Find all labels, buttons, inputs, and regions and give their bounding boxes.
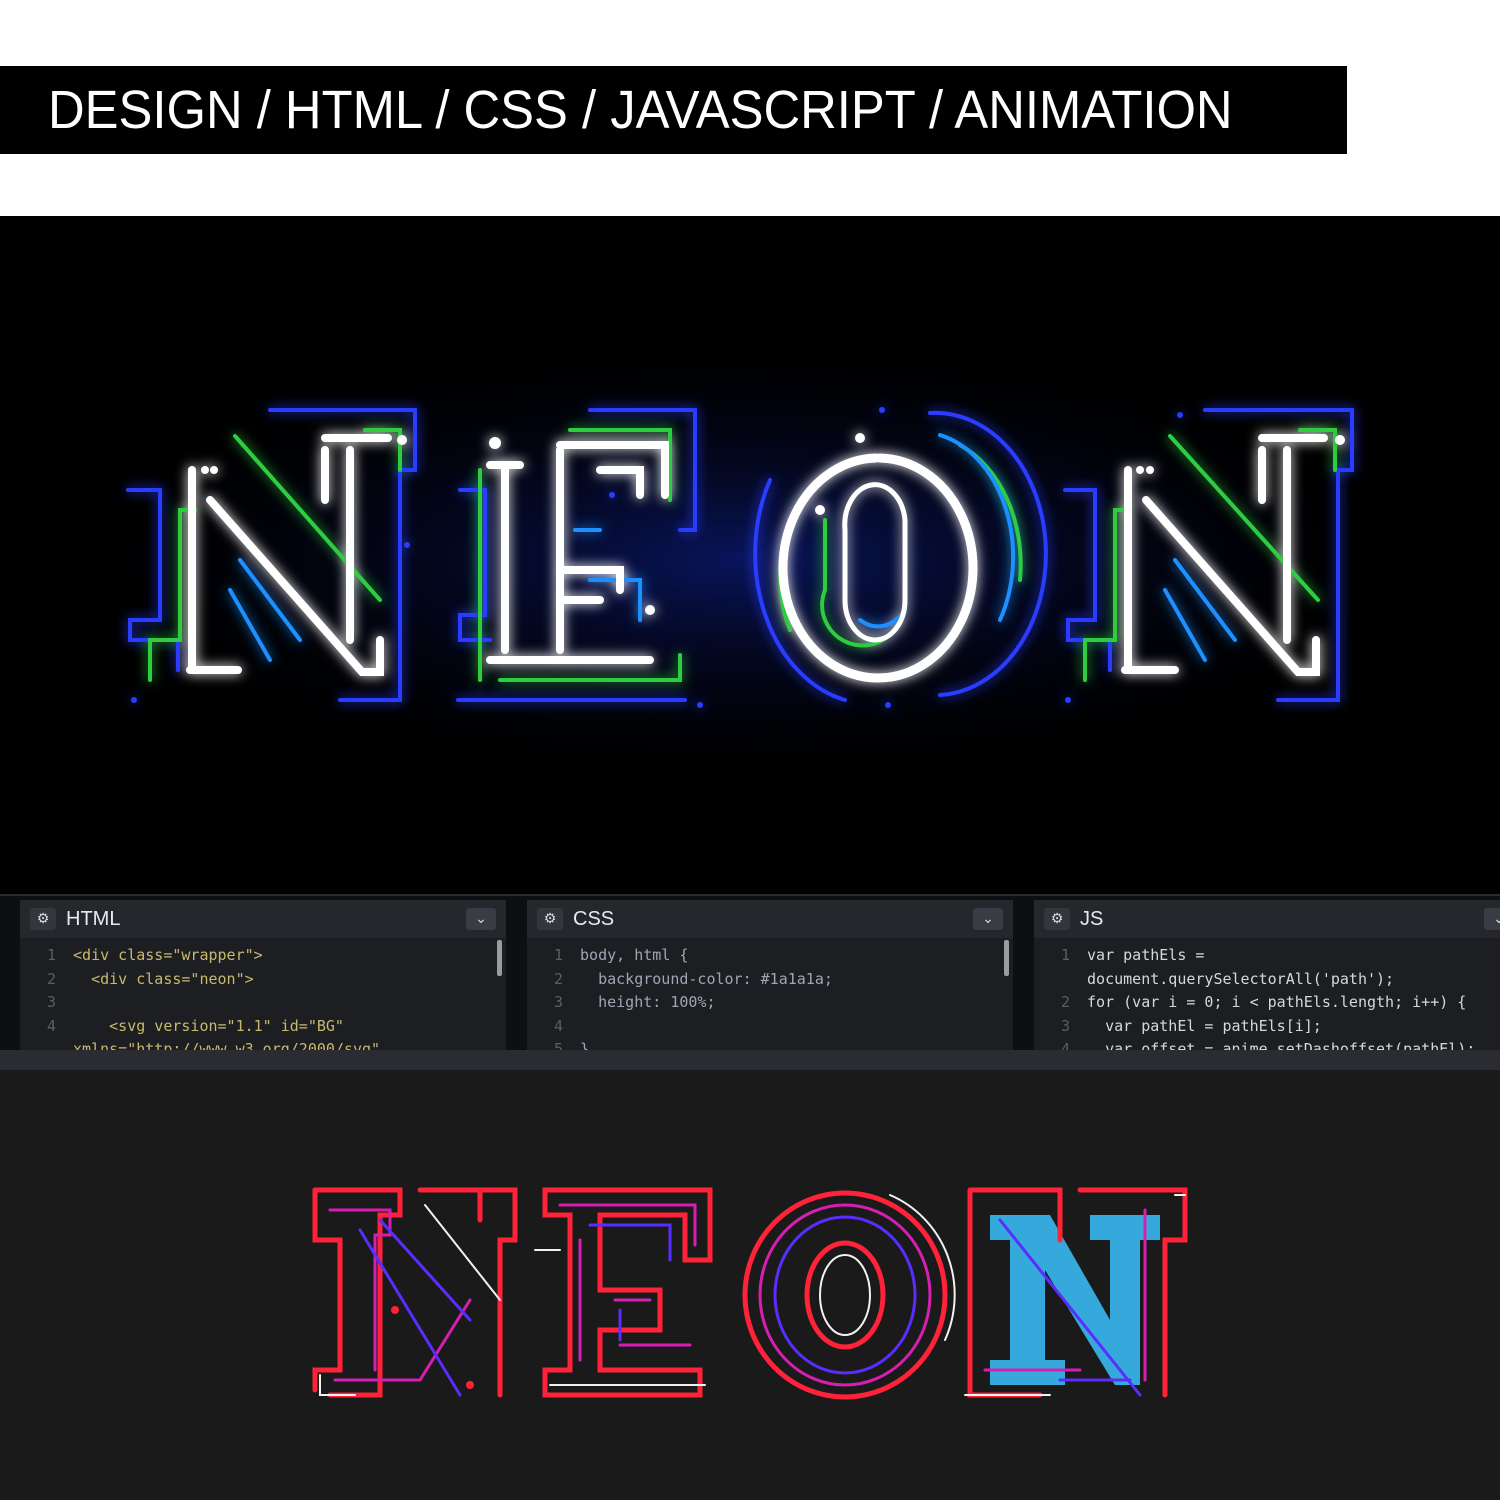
line-number: 1 (553, 946, 563, 964)
outline-red (417, 1187, 518, 1398)
gear-icon[interactable]: ⚙ (30, 908, 56, 930)
outline-red (804, 1240, 886, 1350)
code-line[interactable]: 2 for (var i = 0; i < pathEls.length; i+… (1034, 991, 1500, 1015)
banner-title: DESIGN / HTML / CSS / JAVASCRIPT / ANIMA… (48, 80, 1233, 140)
code-line[interactable]: 2 background-color: #1a1a1a; (527, 968, 1013, 992)
code-text: xmlns="http://www.w3.org/2000/svg" (64, 1040, 381, 1050)
code-line[interactable]: document.querySelectorAll('path'); (1034, 968, 1500, 992)
line-number: 1 (1060, 946, 1070, 964)
code-text: } (571, 1040, 590, 1050)
neon-word-graphic (45, 330, 1445, 790)
code-text: body, html { (571, 946, 689, 964)
line-number: 4 (46, 1016, 56, 1035)
code-line[interactable]: 3 (20, 991, 506, 1015)
code-line[interactable]: 1 var pathEls = (1034, 944, 1500, 968)
code-text: document.querySelectorAll('path'); (1078, 969, 1395, 988)
preview-neon-graphic (312, 1187, 1188, 1400)
line-number: 3 (46, 993, 56, 1011)
line-number: 2 (46, 969, 56, 988)
line-number: 2 (1060, 993, 1070, 1011)
html-editor-title: HTML (66, 907, 121, 930)
preview-letter-n1 (312, 1187, 518, 1398)
code-line[interactable]: xmlns="http://www.w3.org/2000/svg" (20, 1038, 506, 1050)
outline-red (542, 1187, 713, 1398)
neon-hero-canvas (0, 216, 1500, 894)
code-line[interactable]: 1 <div class="wrapper"> (20, 944, 506, 968)
chevron-down-icon[interactable]: ⌄ (973, 908, 1003, 930)
js-editor-panel[interactable]: ⚙ JS ⌄ 1 var pathEls = document.querySel… (1034, 900, 1500, 1050)
chevron-down-icon[interactable]: ⌄ (1484, 908, 1500, 930)
result-preview (0, 1070, 1500, 1500)
top-banner: DESIGN / HTML / CSS / JAVASCRIPT / ANIMA… (0, 66, 1347, 154)
code-line[interactable]: 4 <svg version="1.1" id="BG" (20, 1015, 506, 1039)
code-text: var offset = anime.setDashoffset(pathEl)… (1078, 1040, 1476, 1050)
line-number: 3 (1060, 1016, 1070, 1035)
chevron-down-icon[interactable]: ⌄ (466, 908, 496, 930)
css-editor-title: CSS (573, 907, 615, 930)
code-line[interactable]: 2 <div class="neon"> (20, 968, 506, 992)
line-number: 3 (553, 993, 563, 1011)
css-editor-header: ⚙ CSS ⌄ (527, 900, 1013, 938)
code-text: background-color: #1a1a1a; (571, 969, 833, 988)
code-line[interactable]: 1 body, html { (527, 944, 1013, 968)
css-code-area[interactable]: 1 body, html {2 background-color: #1a1a1… (527, 938, 1013, 1050)
line-number: 1 (46, 946, 56, 964)
css-editor-panel[interactable]: ⚙ CSS ⌄ 1 body, html {2 background-color… (527, 900, 1013, 1050)
code-text: height: 100%; (571, 993, 716, 1011)
html-editor-panel[interactable]: ⚙ HTML ⌄ 1 <div class="wrapper"> 2 <div c… (20, 900, 506, 1050)
code-text: <div class="neon"> (64, 969, 254, 988)
code-text: for (var i = 0; i < pathEls.length; i++)… (1078, 993, 1467, 1011)
scrollbar[interactable] (1004, 940, 1009, 976)
blue-glow-halo (45, 330, 1445, 790)
js-editor-header: ⚙ JS ⌄ (1034, 900, 1500, 938)
code-editor-panels: ⚙ HTML ⌄ 1 <div class="wrapper"> 2 <div c… (0, 894, 1500, 1070)
gear-icon[interactable]: ⚙ (1044, 908, 1070, 930)
code-line[interactable]: 5 } (527, 1038, 1013, 1050)
code-text: var pathEls = (1078, 946, 1205, 964)
code-text: <svg version="1.1" id="BG" (64, 1016, 344, 1035)
editor-resize-bar[interactable] (0, 1050, 1500, 1070)
gear-icon[interactable]: ⚙ (537, 908, 563, 930)
code-line[interactable]: 4 var offset = anime.setDashoffset(pathE… (1034, 1038, 1500, 1050)
outline-magenta (558, 1203, 697, 1362)
outline-white (319, 1204, 501, 1396)
scrollbar[interactable] (497, 940, 502, 976)
js-editor-title: JS (1080, 907, 1104, 930)
line-number: 4 (553, 1016, 563, 1035)
outline-purple (773, 1215, 917, 1375)
preview-letter-e (534, 1187, 713, 1398)
code-line[interactable]: 3 height: 100%; (527, 991, 1013, 1015)
outline-red (312, 1187, 403, 1398)
js-code-area[interactable]: 1 var pathEls = document.querySelectorAl… (1034, 938, 1500, 1050)
line-number: 5 (553, 1040, 563, 1050)
preview-letter-o (742, 1190, 956, 1400)
code-text: var pathEl = pathEls[i]; (1078, 1016, 1322, 1035)
html-code-area[interactable]: 1 <div class="wrapper"> 2 <div class="neo… (20, 938, 506, 1050)
preview-letter-n2 (964, 1187, 1188, 1398)
outline-magenta (758, 1203, 932, 1387)
code-text: <div class="wrapper"> (64, 946, 263, 964)
outline-white (819, 1254, 871, 1336)
outline-white (889, 1194, 956, 1341)
line-number: 4 (1060, 1040, 1070, 1050)
code-line[interactable]: 4 (527, 1015, 1013, 1039)
html-editor-header: ⚙ HTML ⌄ (20, 900, 506, 938)
code-line[interactable]: 3 var pathEl = pathEls[i]; (1034, 1015, 1500, 1039)
line-number: 2 (553, 969, 563, 988)
